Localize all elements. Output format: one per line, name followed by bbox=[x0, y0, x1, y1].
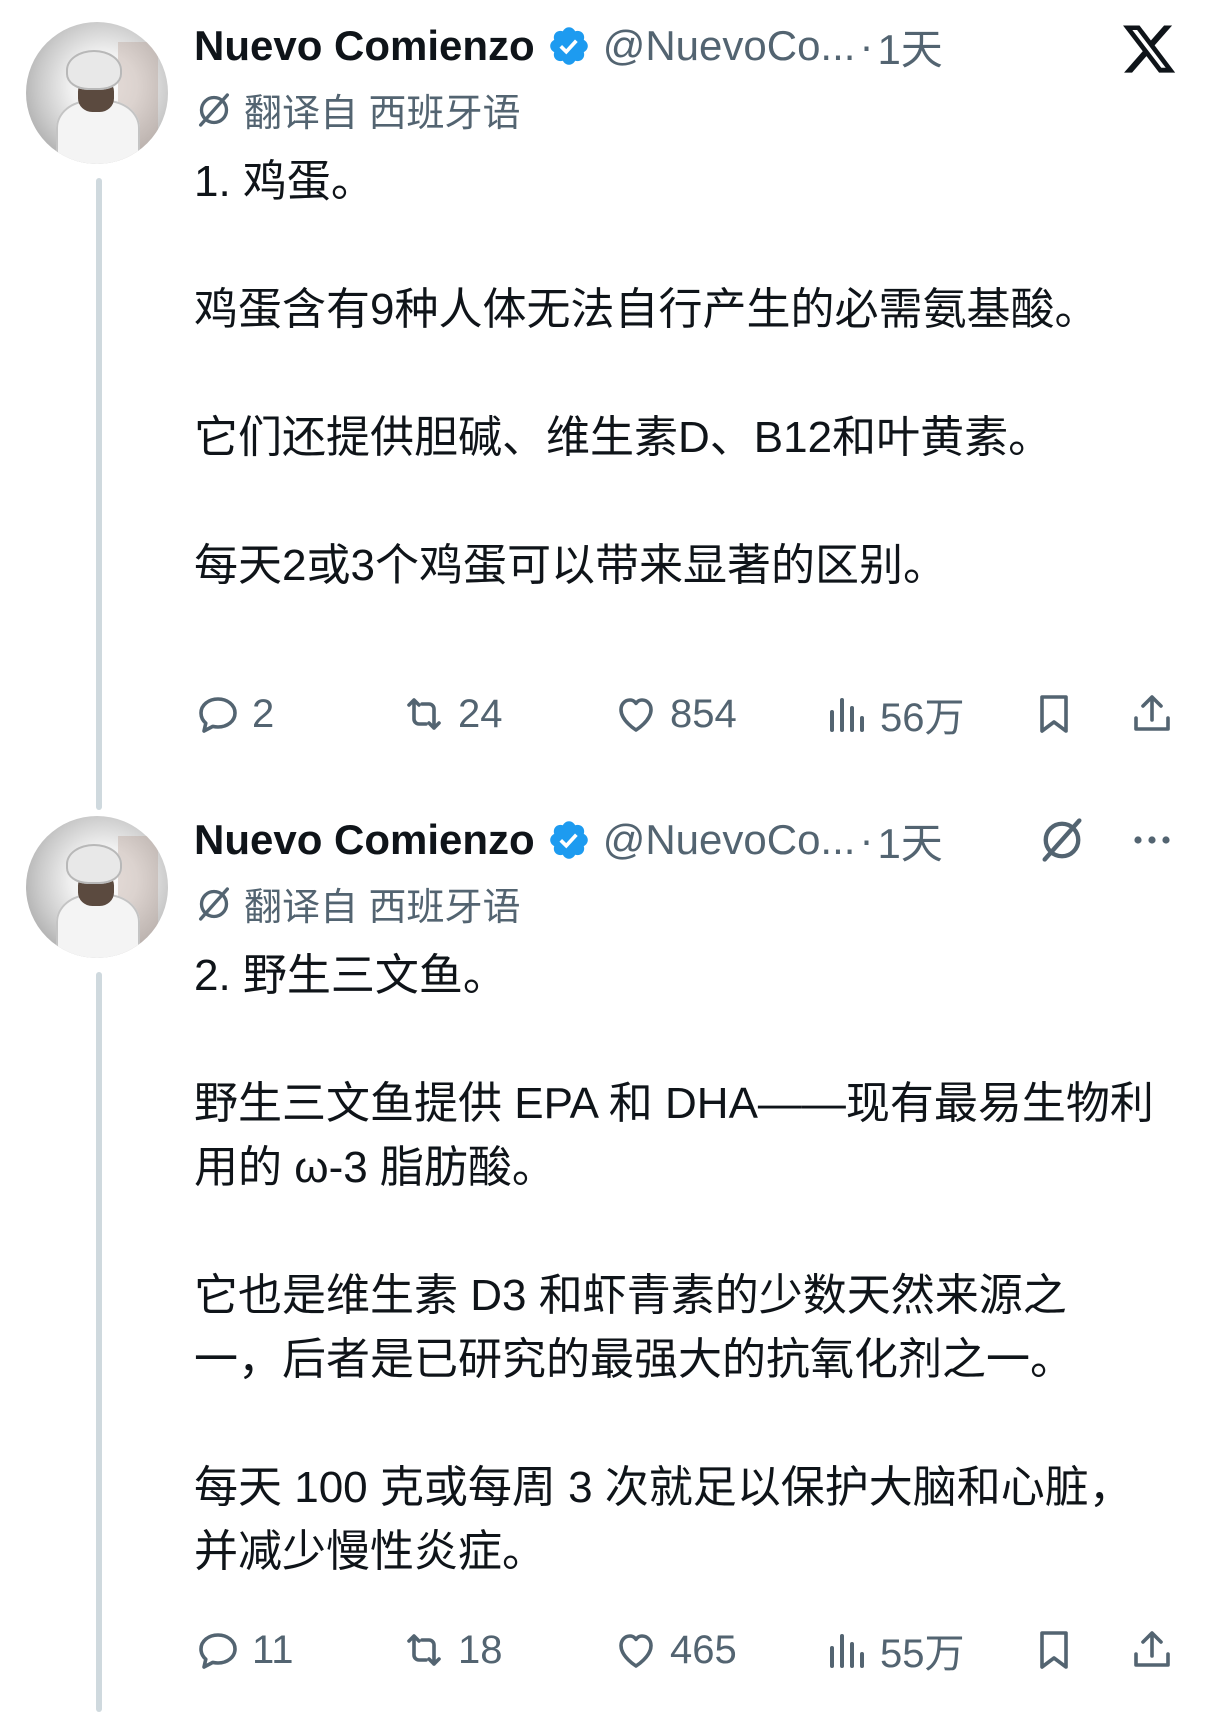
heart-icon bbox=[619, 698, 653, 732]
share-icon bbox=[1134, 695, 1170, 731]
translated-from[interactable]: 翻译自 西班牙语 bbox=[194, 876, 521, 931]
views-button[interactable]: 56万 bbox=[822, 684, 965, 744]
repost-icon bbox=[407, 698, 441, 730]
repost-count: 18 bbox=[458, 1627, 503, 1672]
tweet-paragraph: 野生三文鱼提供 EPA 和 DHA——现有最易生物利用的 ω-3 脂肪酸。 bbox=[194, 1079, 1154, 1192]
tweet-paragraph: 每天 100 克或每周 3 次就足以保护大脑和心脏，并减少慢性炎症。 bbox=[194, 1463, 1133, 1576]
views-chart-icon bbox=[830, 698, 864, 732]
like-button[interactable]: 854 bbox=[612, 684, 737, 744]
reply-button[interactable]: 2 bbox=[194, 684, 274, 744]
author-handle[interactable]: @NuevoCo... bbox=[603, 22, 856, 70]
repost-button[interactable]: 24 bbox=[400, 684, 503, 744]
tweet-paragraph: 2. 野生三文鱼。 bbox=[194, 951, 507, 1000]
share-button[interactable] bbox=[1128, 1620, 1186, 1680]
verified-badge-icon bbox=[549, 821, 588, 859]
tweet-text: 2. 野生三文鱼。 野生三文鱼提供 EPA 和 DHA——现有最易生物利用的 ω… bbox=[194, 944, 1154, 1584]
repost-icon bbox=[407, 1634, 441, 1666]
tweet-2[interactable]: Nuevo Comienzo @NuevoCo... · 1天 翻译自 西班牙语… bbox=[0, 796, 1206, 1712]
timestamp[interactable]: 1天 bbox=[877, 16, 942, 77]
tweet-paragraph: 鸡蛋含有9种人体无法自行产生的必需氨基酸。 bbox=[194, 285, 1099, 334]
heart-icon bbox=[619, 1634, 653, 1668]
repost-button[interactable]: 18 bbox=[400, 1620, 503, 1680]
tweet-paragraph: 每天2或3个鸡蛋可以带来显著的区别。 bbox=[194, 541, 947, 590]
bookmark-button[interactable] bbox=[1030, 684, 1088, 744]
tweet-text: 1. 鸡蛋。 鸡蛋含有9种人体无法自行产生的必需氨基酸。 它们还提供胆碱、维生素… bbox=[194, 150, 1154, 598]
views-count: 55万 bbox=[880, 1632, 965, 1676]
author-handle[interactable]: @NuevoCo... bbox=[603, 816, 856, 864]
translated-label: 翻译自 西班牙语 bbox=[244, 93, 521, 135]
repost-count: 24 bbox=[458, 691, 503, 736]
tweet-paragraph: 它们还提供胆碱、维生素D、B12和叶黄素。 bbox=[194, 413, 1053, 462]
views-chart-icon bbox=[830, 1634, 864, 1668]
separator-dot: · bbox=[859, 816, 874, 863]
reply-icon bbox=[199, 1633, 237, 1669]
translated-label: 翻译自 西班牙语 bbox=[244, 887, 521, 929]
bookmark-icon bbox=[1040, 695, 1068, 733]
views-count: 56万 bbox=[880, 696, 965, 740]
tweet-header: Nuevo Comienzo @NuevoCo... · 1天 bbox=[194, 810, 943, 870]
thread-line bbox=[96, 178, 102, 810]
avatar[interactable] bbox=[26, 816, 168, 958]
like-count: 854 bbox=[670, 691, 737, 736]
separator-dot: · bbox=[859, 22, 874, 69]
timestamp[interactable]: 1天 bbox=[877, 810, 942, 871]
thread-line bbox=[96, 972, 102, 1712]
tweet-actions: 2 24 854 56万 bbox=[194, 684, 1184, 744]
tweet-header: Nuevo Comienzo @NuevoCo... · 1天 bbox=[194, 16, 943, 76]
translated-from[interactable]: 翻译自 西班牙语 bbox=[194, 82, 521, 137]
share-icon bbox=[1134, 1631, 1170, 1667]
tweet-1[interactable]: Nuevo Comienzo @NuevoCo... · 1天 翻译自 西班牙语… bbox=[0, 0, 1206, 810]
translate-icon bbox=[199, 92, 229, 127]
views-button[interactable]: 55万 bbox=[822, 1620, 965, 1680]
tweet-paragraph: 它也是维生素 D3 和虾青素的少数天然来源之一，后者是已研究的最强大的抗氧化剂之… bbox=[194, 1271, 1074, 1384]
more-options-icon[interactable] bbox=[1128, 816, 1176, 864]
translate-icon bbox=[199, 886, 229, 921]
author-name[interactable]: Nuevo Comienzo bbox=[194, 816, 535, 864]
reply-button[interactable]: 11 bbox=[194, 1620, 294, 1680]
like-count: 465 bbox=[670, 1627, 737, 1672]
avatar[interactable] bbox=[26, 22, 168, 164]
tweet-paragraph: 1. 鸡蛋。 bbox=[194, 157, 375, 206]
bookmark-button[interactable] bbox=[1030, 1620, 1088, 1680]
like-button[interactable]: 465 bbox=[612, 1620, 737, 1680]
share-button[interactable] bbox=[1128, 684, 1186, 744]
tweet-actions: 11 18 465 55万 bbox=[194, 1620, 1184, 1680]
reply-icon bbox=[199, 697, 237, 733]
reply-count: 2 bbox=[252, 691, 275, 736]
author-name[interactable]: Nuevo Comienzo bbox=[194, 22, 535, 70]
tweet-corner-controls bbox=[1036, 814, 1176, 866]
translate-toggle-icon[interactable] bbox=[1036, 814, 1088, 866]
verified-badge-icon bbox=[549, 27, 588, 65]
reply-count: 11 bbox=[252, 1627, 294, 1672]
bookmark-icon bbox=[1040, 1631, 1068, 1669]
